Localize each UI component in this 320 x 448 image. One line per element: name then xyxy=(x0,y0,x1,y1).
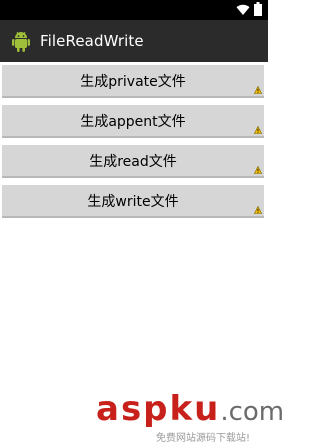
action-bar: FileReadWrite xyxy=(0,20,268,62)
status-icons xyxy=(236,1,262,20)
button-label: 生成appent文件 xyxy=(80,113,186,130)
generate-appent-file-button[interactable]: 生成appent文件 xyxy=(2,105,264,138)
button-label: 生成write文件 xyxy=(87,193,179,210)
android-icon xyxy=(8,28,34,54)
generate-write-file-button[interactable]: 生成write文件 xyxy=(2,185,264,218)
watermark-logo: aspku.com xyxy=(96,389,284,432)
warning-icon xyxy=(254,166,262,174)
app-title: FileReadWrite xyxy=(40,32,144,50)
watermark-prefix: aspku xyxy=(96,389,221,429)
watermark-suffix: .com xyxy=(220,397,285,427)
watermark: aspku.com 免费网站源码下载站! xyxy=(96,389,284,444)
button-label: 生成private文件 xyxy=(80,73,186,90)
status-bar xyxy=(0,0,268,20)
generate-private-file-button[interactable]: 生成private文件 xyxy=(2,65,264,98)
battery-icon xyxy=(254,1,262,20)
warning-icon xyxy=(254,126,262,134)
warning-icon xyxy=(254,86,262,94)
generate-read-file-button[interactable]: 生成read文件 xyxy=(2,145,264,178)
button-label: 生成read文件 xyxy=(89,153,177,170)
warning-icon xyxy=(254,206,262,214)
wifi-icon xyxy=(236,1,250,20)
watermark-subtitle: 免费网站源码下载站! xyxy=(156,433,251,444)
